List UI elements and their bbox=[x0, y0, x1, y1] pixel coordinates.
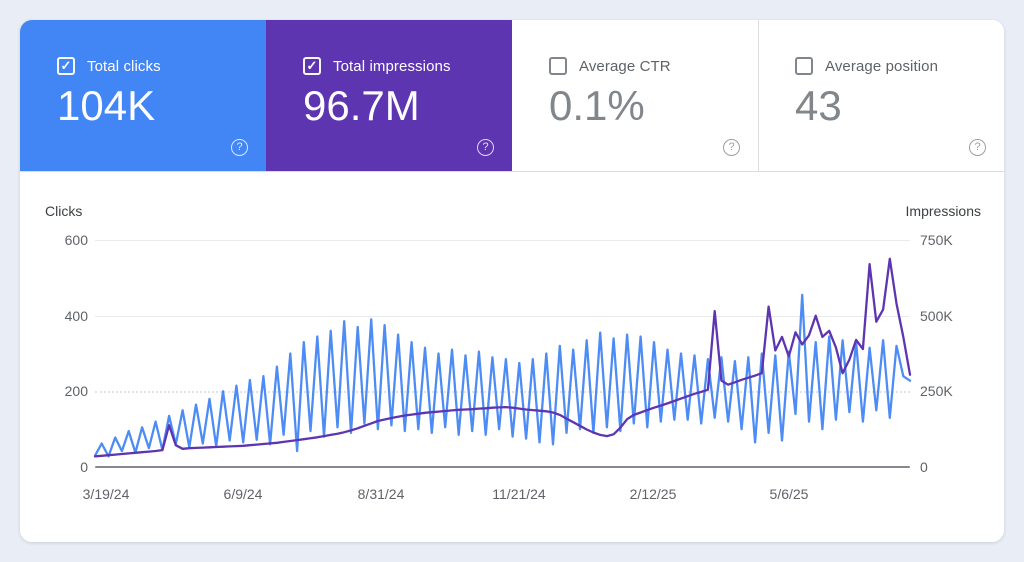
clicks-line-series bbox=[93, 293, 912, 458]
left-axis-tick: 600 bbox=[64, 232, 88, 248]
card-total-clicks-header: ✓ Total clicks bbox=[57, 57, 266, 75]
help-icon[interactable]: ? bbox=[723, 139, 740, 156]
help-icon[interactable]: ? bbox=[231, 139, 248, 156]
left-axis-tick: 0 bbox=[80, 459, 88, 475]
card-total-impressions[interactable]: ✓ Total impressions 96.7M ? bbox=[266, 20, 512, 171]
right-axis-tick: 250K bbox=[920, 383, 953, 399]
right-axis-tick: 750K bbox=[920, 232, 953, 248]
x-axis-date-label: 2/12/25 bbox=[629, 486, 677, 502]
total-impressions-label: Total impressions bbox=[333, 57, 451, 75]
left-axis-tick: 200 bbox=[64, 383, 88, 399]
card-total-clicks[interactable]: ✓ Total clicks 104K ? bbox=[20, 20, 266, 171]
performance-panel: ✓ Total clicks 104K ? ✓ Total impression… bbox=[20, 20, 1004, 542]
x-axis-date-label: 5/6/25 bbox=[769, 486, 809, 502]
total-clicks-checkbox[interactable]: ✓ bbox=[57, 57, 75, 75]
total-clicks-label: Total clicks bbox=[87, 57, 161, 75]
average-position-value: 43 bbox=[795, 82, 842, 129]
card-average-position-header: ✓ Average position bbox=[795, 57, 1004, 75]
card-average-ctr-header: ✓ Average CTR bbox=[549, 57, 758, 75]
checkmark-icon: ✓ bbox=[60, 58, 72, 73]
impressions-axis-title: Impressions bbox=[905, 203, 981, 219]
checkmark-icon: ✓ bbox=[306, 58, 318, 73]
total-impressions-checkbox[interactable]: ✓ bbox=[303, 57, 321, 75]
chart-canvas bbox=[93, 257, 912, 458]
average-ctr-checkbox[interactable]: ✓ bbox=[549, 57, 567, 75]
page-background: { "cards": [ { "label": "Total clicks", … bbox=[0, 0, 1024, 562]
average-position-checkbox[interactable]: ✓ bbox=[795, 57, 813, 75]
card-total-impressions-header: ✓ Total impressions bbox=[303, 57, 512, 75]
x-axis-date-label: 8/31/24 bbox=[357, 486, 405, 502]
clicks-axis-title: Clicks bbox=[45, 203, 83, 219]
average-ctr-label: Average CTR bbox=[579, 57, 671, 75]
total-impressions-value: 96.7M bbox=[303, 82, 420, 129]
right-axis-tick: 0 bbox=[920, 459, 928, 475]
card-average-ctr[interactable]: ✓ Average CTR 0.1% ? bbox=[512, 20, 758, 171]
help-icon[interactable]: ? bbox=[477, 139, 494, 156]
x-axis-baseline bbox=[95, 466, 910, 468]
performance-chart: Clicks Impressions 600 400 200 0 750K 50… bbox=[20, 172, 1004, 542]
x-axis-date-label: 6/9/24 bbox=[223, 486, 263, 502]
x-axis-date-label: 11/21/24 bbox=[492, 486, 546, 502]
left-axis-tick: 400 bbox=[64, 308, 88, 324]
card-average-position[interactable]: ✓ Average position 43 ? bbox=[758, 20, 1004, 171]
metric-cards-row: ✓ Total clicks 104K ? ✓ Total impression… bbox=[20, 20, 1004, 171]
average-ctr-value: 0.1% bbox=[549, 82, 645, 129]
x-axis-date-label: 3/19/24 bbox=[82, 486, 130, 502]
card-divider bbox=[758, 20, 759, 171]
total-clicks-value: 104K bbox=[57, 82, 156, 129]
plot-area[interactable] bbox=[93, 240, 912, 468]
average-position-label: Average position bbox=[825, 57, 939, 75]
help-icon[interactable]: ? bbox=[969, 139, 986, 156]
right-axis-tick: 500K bbox=[920, 308, 953, 324]
